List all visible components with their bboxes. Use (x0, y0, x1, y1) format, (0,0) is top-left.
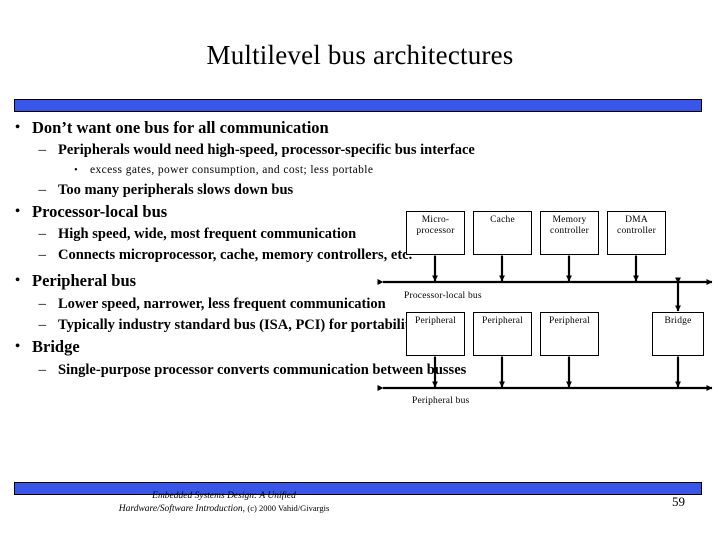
footer-line-2: Hardware/Software Introduction, (118, 504, 246, 514)
bullet-list: • Don’t want one bus for all communicati… (0, 118, 720, 382)
bullet-marker: • (15, 120, 20, 135)
bullet-marker: – (38, 296, 47, 312)
bullet-marker: • (74, 165, 78, 176)
bullet-text: Peripheral bus (32, 271, 137, 290)
bullet-level2: – Typically industry standard bus (ISA, … (0, 316, 438, 335)
bullet-level2: – Single-purpose processor converts comm… (0, 361, 720, 380)
bullet-level1: • Don’t want one bus for all communicati… (0, 118, 720, 138)
bullet-marker: – (38, 362, 47, 378)
bullet-level1: • Bridge (0, 337, 720, 357)
bullet-marker: – (38, 142, 47, 158)
bullet-text: Processor-local bus (32, 202, 168, 221)
slide: Multilevel bus architectures • Don’t wan… (0, 0, 720, 540)
bullet-level1: • Peripheral bus (0, 271, 720, 291)
bullet-text: Don’t want one bus for all communication (32, 118, 329, 137)
bullet-level1: • Processor-local bus (0, 202, 720, 222)
bullet-level3: • excess gates, power consumption, and c… (0, 162, 720, 179)
bus-label-peripheral: Peripheral bus (412, 396, 470, 406)
bullet-level2: – Peripherals would need high-speed, pro… (0, 141, 720, 160)
bullet-level2: – Connects microprocessor, cache, memory… (0, 246, 458, 265)
footer-copyright: (c) 2000 Vahid/Givargis (247, 503, 330, 513)
bullet-marker: • (15, 204, 20, 219)
bullet-marker: • (15, 339, 20, 354)
bullet-text: Too many peripherals slows down bus (58, 182, 294, 198)
footer-line-1: Embedded Systems Design: A Unified (152, 491, 296, 501)
bullet-text: Lower speed, narrower, less frequent com… (58, 296, 386, 312)
bullet-marker: – (38, 182, 47, 198)
bullet-text: Connects microprocessor, cache, memory c… (58, 247, 413, 263)
bullet-text: High speed, wide, most frequent communic… (58, 226, 357, 242)
bullet-text: Peripherals would need high-speed, proce… (58, 142, 475, 158)
page-number: 59 (672, 494, 685, 509)
bullet-marker: – (38, 226, 47, 242)
bullet-level2: – Too many peripherals slows down bus (0, 181, 720, 200)
bullet-level2: – High speed, wide, most frequent commun… (0, 225, 388, 244)
bullet-marker: – (38, 317, 47, 333)
bullet-marker: • (15, 273, 20, 288)
footer-citation: Embedded Systems Design: A Unified Hardw… (14, 490, 434, 515)
bullet-text: Typically industry standard bus (ISA, PC… (58, 317, 417, 333)
bullet-level2: – Lower speed, narrower, less frequent c… (0, 295, 408, 314)
bullet-marker: – (38, 247, 47, 263)
bullet-text: Single-purpose processor converts commun… (58, 362, 467, 378)
page-title: Multilevel bus architectures (206, 40, 514, 70)
bullet-text: Bridge (32, 337, 80, 356)
bullet-text: excess gates, power consumption, and cos… (90, 164, 374, 176)
title-divider-bar (14, 99, 702, 112)
